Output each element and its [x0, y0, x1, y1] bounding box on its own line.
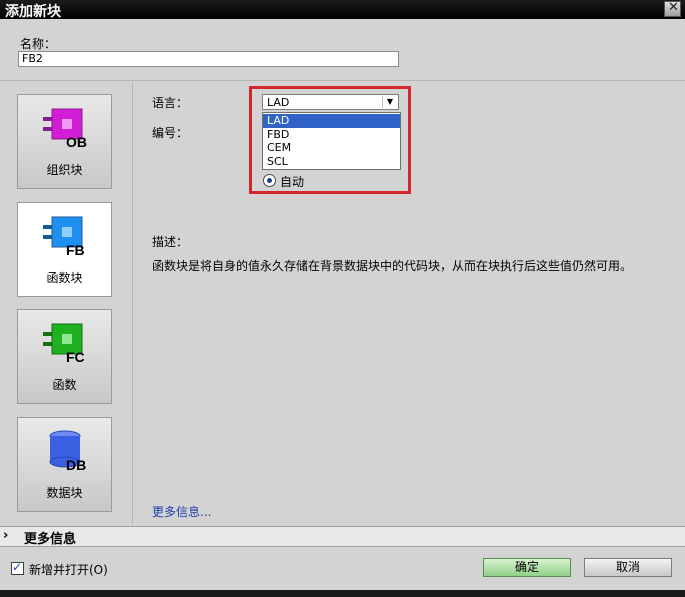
language-option[interactable]: FBD — [263, 128, 400, 142]
name-label: 名称： — [20, 37, 57, 51]
language-option[interactable]: SCL — [263, 155, 400, 169]
number-label: 编号： — [152, 126, 189, 140]
close-button[interactable]: ✕ — [664, 0, 681, 17]
close-icon: ✕ — [668, 0, 679, 15]
chevron-down-icon[interactable]: ▼ — [382, 96, 397, 108]
block-tile-label: 函数 — [52, 378, 77, 392]
svg-text:FB: FB — [66, 242, 85, 257]
svg-text:OB: OB — [66, 134, 87, 149]
block-tile-fc[interactable]: FC 函数 — [17, 309, 112, 404]
block-tile-fb[interactable]: FB 函数块 — [17, 202, 112, 297]
description-title: 描述： — [152, 235, 189, 249]
description-text: 函数块是将自身的值永久存储在背景数据块中的代码块，从而在块执行后这些值仍然可用。 — [152, 259, 633, 273]
language-option[interactable]: LAD — [263, 114, 400, 128]
svg-text:DB: DB — [66, 457, 86, 472]
fb-block-icon: FB — [43, 216, 85, 257]
bottom-bar — [0, 590, 685, 597]
divider — [132, 82, 133, 524]
ob-block-icon: OB — [43, 108, 87, 149]
language-option[interactable]: CEM — [263, 141, 400, 155]
language-option-list: LAD FBD CEM SCL — [262, 112, 401, 170]
more-info-bar[interactable]: › 更多信息 — [0, 526, 685, 547]
add-open-label: 新增并打开(O) — [29, 563, 108, 577]
language-dropdown[interactable]: LAD ▼ — [262, 94, 399, 110]
block-tile-ob[interactable]: OB 组织块 — [17, 94, 112, 189]
more-info-link[interactable]: 更多信息... — [152, 503, 211, 520]
window-title: 添加新块 — [5, 4, 61, 20]
block-tile-label: 函数块 — [46, 271, 83, 285]
add-open-checkbox[interactable]: ✓ — [11, 560, 24, 575]
cancel-button[interactable]: 取消 — [584, 558, 672, 577]
block-tile-label: 组织块 — [46, 163, 83, 177]
block-tile-db[interactable]: DB 数据块 — [17, 417, 112, 512]
fc-block-icon: FC — [43, 323, 85, 364]
db-block-icon: DB — [49, 430, 86, 472]
language-selected: LAD — [267, 96, 290, 109]
name-input[interactable]: FB2 — [18, 51, 399, 67]
divider — [0, 80, 685, 81]
more-info-bar-label: 更多信息 — [24, 532, 77, 547]
language-label: 语言： — [152, 96, 189, 110]
ok-button[interactable]: 确定 — [483, 558, 571, 577]
block-tile-label: 数据块 — [46, 486, 83, 500]
chevron-right-icon[interactable]: › — [3, 528, 8, 543]
auto-number-radio[interactable] — [263, 174, 276, 187]
title-bar: 添加新块 ✕ — [0, 0, 685, 20]
checkmark-icon: ✓ — [12, 560, 23, 574]
auto-number-label: 自动 — [280, 175, 305, 189]
svg-text:FC: FC — [66, 349, 85, 364]
